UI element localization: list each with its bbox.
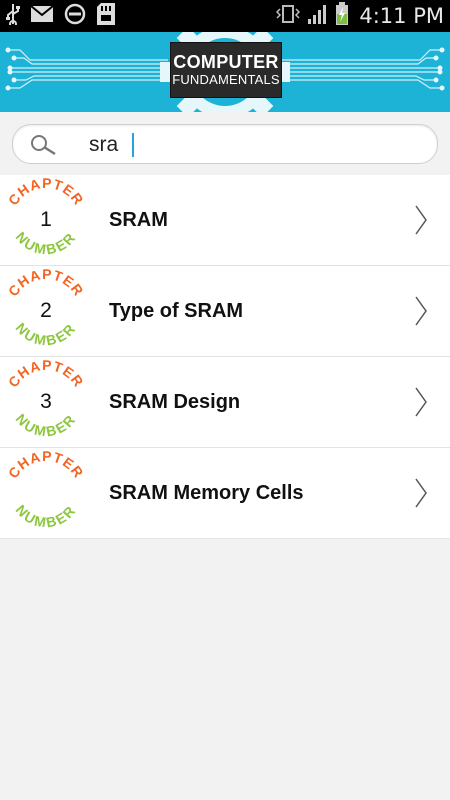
chapter-number: 3 bbox=[40, 390, 52, 413]
status-bar: 4:11 PM bbox=[0, 0, 450, 32]
chapter-title: SRAM Design bbox=[109, 391, 241, 413]
app-header: COMPUTER FUNDAMENTALS bbox=[0, 32, 450, 112]
chapter-title: Type of SRAM bbox=[109, 300, 244, 322]
search-input[interactable] bbox=[87, 129, 421, 161]
logo-subtitle: FUNDAMENTALS bbox=[172, 72, 280, 87]
chapter-title: SRAM bbox=[109, 209, 168, 231]
usb-icon bbox=[6, 3, 20, 30]
list-item[interactable]: CHAPTER NUMBER 1 SRAM bbox=[0, 175, 450, 266]
do-not-disturb-icon bbox=[64, 3, 86, 30]
signal-icon bbox=[307, 3, 329, 30]
chapter-number: 1 bbox=[40, 208, 52, 231]
sd-card-icon bbox=[96, 2, 116, 31]
status-bar-notifications bbox=[6, 2, 116, 31]
chevron-right-icon bbox=[415, 205, 427, 235]
logo-title: COMPUTER bbox=[173, 52, 279, 72]
status-bar-system: 4:11 PM bbox=[275, 0, 444, 32]
vibrate-icon bbox=[275, 4, 301, 29]
list-item[interactable]: CHAPTER NUMBER 2 Type of SRAM bbox=[0, 266, 450, 357]
list-item[interactable]: CHAPTER NUMBER 3 SRAM Design bbox=[0, 357, 450, 448]
chevron-right-icon bbox=[415, 387, 427, 417]
search-icon bbox=[29, 133, 59, 162]
chapter-title: SRAM Memory Cells bbox=[109, 482, 304, 504]
chapter-list: CHAPTER NUMBER 1 SRAM CHAPTER NUMBER 2 T… bbox=[0, 175, 450, 539]
chapter-number bbox=[4, 451, 88, 535]
battery-charging-icon bbox=[335, 1, 349, 31]
chapter-number: 2 bbox=[40, 299, 52, 322]
text-cursor bbox=[132, 133, 134, 157]
list-item[interactable]: CHAPTER NUMBER SRAM Memory Cells bbox=[0, 448, 450, 539]
mail-icon bbox=[30, 4, 54, 28]
status-time: 4:11 PM bbox=[359, 4, 444, 28]
search-bar[interactable] bbox=[12, 124, 438, 164]
chevron-right-icon bbox=[415, 296, 427, 326]
app-logo: COMPUTER FUNDAMENTALS bbox=[170, 42, 282, 98]
chevron-right-icon bbox=[415, 478, 427, 508]
